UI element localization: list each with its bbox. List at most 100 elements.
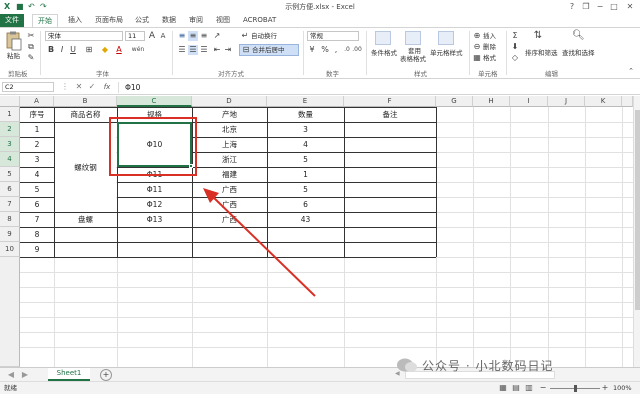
italic-button[interactable]: I (57, 45, 67, 55)
tab-page-layout[interactable]: 页面布局 (95, 15, 123, 26)
shrink-font-icon[interactable]: A (158, 31, 168, 41)
enter-icon[interactable]: ✓ (87, 82, 97, 92)
title-bar: X ■ ↶ ↷ 示例方便.xlsx - Excel ? ❐ − □ ✕ (0, 0, 640, 14)
close-button[interactable]: ✕ (623, 1, 637, 12)
font-size-select[interactable]: 11 (125, 31, 145, 41)
tab-formulas[interactable]: 公式 (135, 15, 149, 26)
formula-input[interactable]: Φ10 (118, 82, 638, 93)
tab-file[interactable]: 文件 (0, 14, 24, 27)
wrap-text-label[interactable]: 自动换行 (251, 32, 277, 40)
format-as-table-icon[interactable] (405, 31, 421, 45)
align-center-icon[interactable]: ☰ (188, 45, 198, 55)
font-name-select[interactable]: 宋体 (45, 31, 123, 41)
font-group-label: 字体 (96, 70, 109, 78)
maximize-button[interactable]: □ (607, 1, 621, 12)
increase-indent-icon[interactable]: ⇥ (223, 45, 233, 55)
help-icon[interactable]: ? (565, 1, 579, 12)
cancel-icon[interactable]: ✕ (74, 82, 84, 92)
ribbon-separator (303, 31, 304, 75)
format-painter-icon[interactable]: ✎ (26, 53, 36, 63)
conditional-format-icon[interactable] (375, 31, 391, 45)
format-cells-icon[interactable]: ▦ (472, 53, 482, 63)
vertical-scrollbar[interactable] (633, 96, 640, 367)
merge-icon: ⊟ (242, 45, 250, 54)
paste-button[interactable] (5, 31, 23, 51)
decrease-decimal-icon[interactable]: .00 (352, 45, 362, 55)
percent-icon[interactable]: % (320, 45, 330, 55)
font-size-value: 11 (128, 32, 137, 40)
font-color-icon[interactable]: A (114, 45, 124, 55)
zoom-in-icon[interactable]: + (600, 383, 610, 393)
font-name-value: 宋体 (48, 32, 61, 40)
align-middle-icon[interactable]: ≡ (188, 31, 198, 41)
minimize-button[interactable]: − (593, 1, 607, 12)
currency-icon[interactable]: ¥ (307, 45, 317, 55)
underline-button[interactable]: U (68, 45, 78, 55)
window-title: 示例方便.xlsx - Excel (285, 3, 355, 11)
page-break-view-icon[interactable]: ▥ (524, 383, 534, 393)
options-dots-icon: ⋮ (61, 82, 69, 91)
name-box[interactable]: C2 (2, 82, 54, 92)
zoom-level[interactable]: 100% (613, 384, 632, 392)
copy-icon[interactable]: ⧉ (26, 42, 36, 52)
prev-sheet-icon[interactable]: ◀ (6, 370, 16, 380)
add-sheet-icon[interactable]: + (100, 369, 112, 381)
tab-insert[interactable]: 插入 (68, 15, 82, 26)
autosum-icon[interactable]: Σ (510, 31, 520, 41)
cells-group-label: 单元格 (478, 70, 498, 78)
ribbon-display-icon[interactable]: ❐ (579, 1, 593, 12)
sort-filter-icon[interactable]: ⇅ (533, 31, 543, 41)
grow-font-icon[interactable]: A (147, 31, 157, 41)
tab-view[interactable]: 视图 (216, 15, 230, 26)
sheet-tab-active[interactable]: Sheet1 (48, 368, 90, 381)
tab-data[interactable]: 数据 (162, 15, 176, 26)
format-cells-label[interactable]: 格式 (483, 54, 496, 62)
ribbon-separator (366, 31, 367, 75)
increase-decimal-icon[interactable]: .0 (342, 45, 352, 55)
insert-function-icon[interactable]: fx (100, 82, 114, 92)
next-sheet-icon[interactable]: ▶ (20, 370, 30, 380)
align-top-icon[interactable]: ≡ (177, 31, 187, 41)
find-select-icon[interactable]: 🔍︎ (572, 31, 585, 41)
worksheet-grid[interactable]: A B C D E F G H I J K 1 2 3 4 5 6 7 8 9 … (0, 96, 633, 367)
collapse-ribbon-icon[interactable]: ⌃ (626, 66, 636, 76)
format-as-table-label-1[interactable]: 套用 (408, 47, 421, 55)
comma-icon[interactable]: , (331, 45, 341, 55)
clear-icon[interactable]: ◇ (510, 53, 520, 63)
tab-review[interactable]: 审阅 (189, 15, 203, 26)
alignment-group-label: 对齐方式 (218, 70, 244, 78)
format-as-table-label-2[interactable]: 表格格式 (400, 55, 426, 63)
find-select-label[interactable]: 查找和选择 (562, 49, 595, 57)
zoom-slider-thumb[interactable] (574, 385, 577, 392)
decrease-indent-icon[interactable]: ⇤ (212, 45, 222, 55)
bold-button[interactable]: B (46, 45, 56, 55)
sort-filter-label[interactable]: 排序和筛选 (525, 49, 558, 57)
zoom-out-icon[interactable]: − (538, 383, 548, 393)
formula-bar: C2 ⋮ ✕ ✓ fx Φ10 (0, 80, 640, 95)
fill-icon[interactable]: ⬇ (510, 42, 520, 52)
align-left-icon[interactable]: ☰ (177, 45, 187, 55)
page-layout-view-icon[interactable]: ▤ (511, 383, 521, 393)
insert-cells-label[interactable]: 插入 (483, 32, 496, 40)
normal-view-icon[interactable]: ▦ (498, 383, 508, 393)
cell-styles-label[interactable]: 单元格样式 (430, 49, 463, 57)
borders-icon[interactable]: ⊞ (84, 45, 94, 55)
insert-cells-icon[interactable]: ⊕ (472, 31, 482, 41)
phonetic-icon[interactable]: wén (130, 45, 146, 55)
wrap-text-icon[interactable]: ↵ (240, 31, 250, 41)
number-format-select[interactable]: 常规 (307, 31, 359, 41)
align-right-icon[interactable]: ☰ (199, 45, 209, 55)
align-bottom-icon[interactable]: ≡ (199, 31, 209, 41)
cell-styles-icon[interactable] (438, 31, 454, 45)
delete-cells-label[interactable]: 删除 (483, 43, 496, 51)
scrollbar-thumb[interactable] (635, 110, 640, 310)
tab-home[interactable]: 开始 (32, 14, 58, 27)
watermark: 公众号 · 小北数码日记 (396, 356, 553, 374)
fill-color-icon[interactable]: ◆ (100, 45, 110, 55)
delete-cells-icon[interactable]: ⊖ (472, 42, 482, 52)
cut-icon[interactable]: ✂ (26, 31, 36, 41)
tab-acrobat[interactable]: ACROBAT (243, 15, 276, 26)
merge-center-button[interactable]: ⊟ 合并后居中 (239, 44, 299, 56)
orientation-icon[interactable]: ↗ (212, 31, 222, 41)
conditional-format-label[interactable]: 条件格式 (371, 49, 397, 57)
